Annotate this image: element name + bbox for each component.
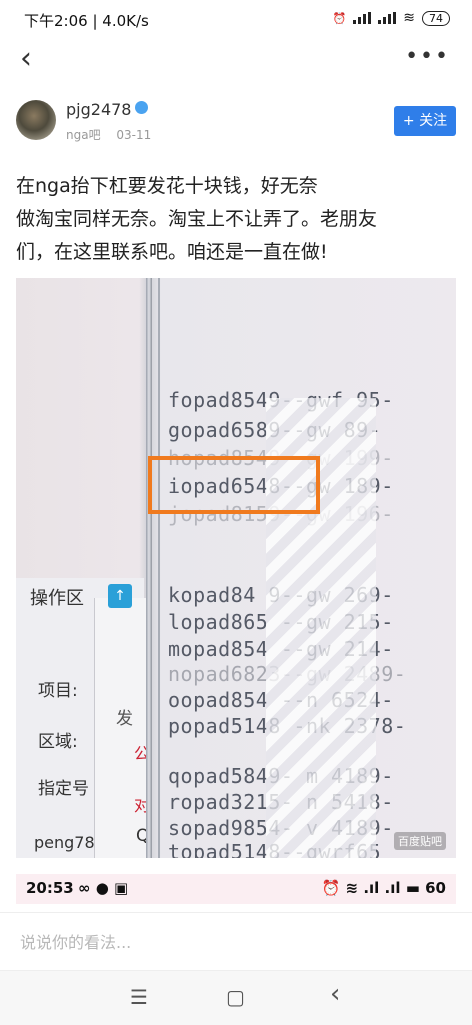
- photo-label: 指定号: [38, 779, 89, 799]
- author-meta: nga吧 03-11: [66, 126, 163, 143]
- photo-label: 项目:: [38, 681, 78, 701]
- post-date: 03-11: [116, 128, 152, 142]
- post-line-2: 做淘宝同样无奈。淘宝上不让弄了。老朋友: [16, 208, 378, 230]
- photo-app-icon: ↑: [108, 584, 132, 608]
- avatar[interactable]: [16, 100, 56, 140]
- menu-icon[interactable]: ☰: [130, 985, 148, 1009]
- photo-label: 区域:: [38, 732, 78, 752]
- author-name[interactable]: pjg2478: [66, 100, 131, 119]
- status-icons: ⏰ ≋ 74: [333, 10, 450, 26]
- photo-phone-statusbar: 20:53 ∞ ● ▣ ⏰ ≋ .ıl .ıl ▬ 60: [16, 874, 456, 904]
- post-line-1: 在nga抬下杠要发花十块钱，好无奈: [16, 175, 318, 197]
- signal-icon: [353, 12, 372, 24]
- home-icon[interactable]: ▢: [226, 985, 245, 1009]
- photo-divider-line: [158, 278, 160, 858]
- system-nav-bar: ☰ ▢ ‹: [0, 970, 472, 1025]
- photo-highlight-box: [148, 456, 320, 514]
- comment-bar: [0, 912, 472, 969]
- photo-phone-time: 20:53: [26, 879, 74, 897]
- back-icon[interactable]: ‹: [20, 42, 32, 76]
- post-source: nga吧: [66, 128, 101, 142]
- battery-icon: 74: [422, 10, 450, 26]
- back-nav-icon[interactable]: ‹: [330, 979, 340, 1009]
- author-row: pjg2478 nga吧 03-11 + 关注: [16, 100, 456, 150]
- alarm-icon: ⏰: [332, 11, 347, 25]
- post-line-3: 们，在这里联系吧。咱还是一直在做!: [16, 241, 328, 263]
- photo-side-char: 发: [116, 709, 133, 729]
- author-name-row: pjg2478: [66, 100, 149, 119]
- verified-icon: [135, 101, 149, 114]
- more-icon[interactable]: •••: [405, 44, 450, 69]
- photo-bottom-label: peng78: [34, 833, 95, 852]
- loop-icon: ∞ ● ▣: [78, 879, 129, 897]
- post-image[interactable]: 操作区 ↑ 项目: 区域: 指定号 公 对 发 Q peng78 fopad85…: [16, 278, 456, 858]
- photo-tab-label: 操作区: [30, 588, 84, 609]
- status-time: 下午2:06 | 4.0K/s: [24, 12, 149, 30]
- status-bar: 下午2:06 | 4.0K/s ⏰ ≋ 74: [0, 0, 472, 40]
- top-nav: ‹ •••: [0, 40, 472, 80]
- photo-phone-icons: ⏰ ≋ .ıl .ıl ▬ 60: [321, 879, 446, 897]
- follow-button[interactable]: + 关注: [394, 106, 456, 136]
- comment-input[interactable]: [18, 925, 452, 959]
- signal-icon-2: [378, 12, 397, 24]
- post-text: 在nga抬下杠要发花十块钱，好无奈 做淘宝同样无奈。淘宝上不让弄了。老朋友 们，…: [16, 170, 456, 269]
- photo-phone-battery: 60: [425, 879, 446, 897]
- wifi-icon: ≋: [403, 10, 415, 26]
- photo-divider: [146, 278, 152, 858]
- photo-watermark: 百度贴吧: [394, 832, 446, 850]
